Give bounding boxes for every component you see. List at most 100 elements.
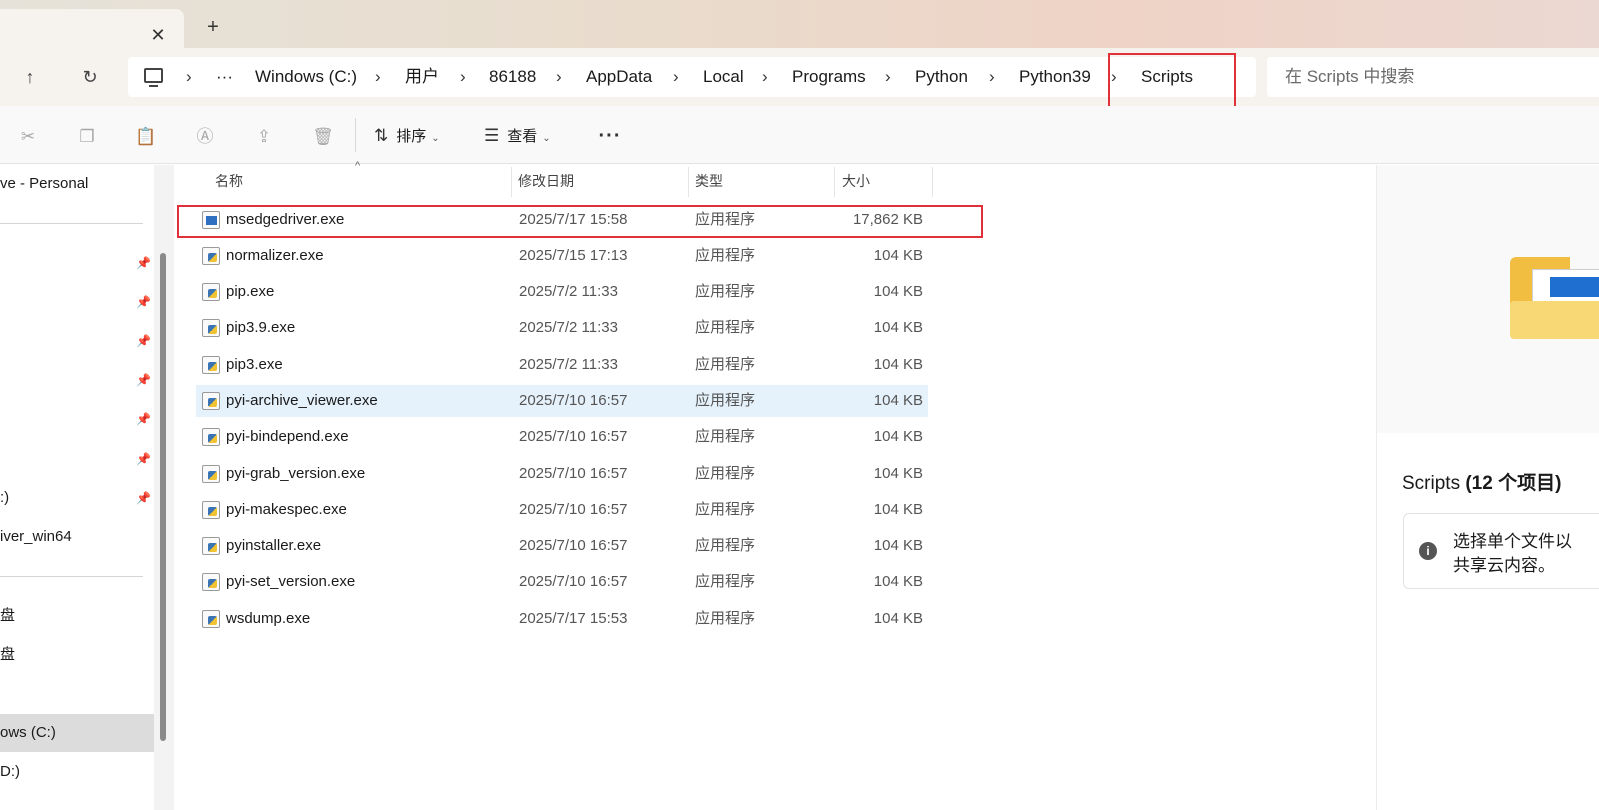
file-date: 2025/7/10 16:57 [519, 501, 628, 518]
sidebar-scrollbar[interactable] [154, 165, 174, 810]
breadcrumb-python39[interactable]: Python39 [1019, 57, 1091, 97]
sidebar-divider [0, 223, 143, 224]
breadcrumb-local[interactable]: Local [703, 57, 744, 97]
search-input[interactable]: 在 Scripts 中搜索 [1267, 57, 1599, 97]
share-icon[interactable]: ⇪ [253, 126, 275, 148]
pin-icon: 📌 [136, 256, 151, 270]
file-row[interactable]: pyi-set_version.exe 2025/7/10 16:57 应用程序… [196, 566, 928, 598]
column-header-name[interactable]: 名称 [215, 165, 243, 197]
up-arrow-icon[interactable]: ↑ [16, 63, 44, 91]
new-tab-button[interactable]: + [204, 17, 222, 37]
delete-icon[interactable]: 🗑 [312, 126, 334, 148]
file-row[interactable]: pyi-archive_viewer.exe 2025/7/10 16:57 应… [196, 385, 928, 417]
view-label: 查看 [507, 128, 538, 145]
cut-icon[interactable]: ✂ [17, 126, 39, 148]
tab-strip: ✕ + [0, 0, 1599, 48]
info-icon: i [1419, 542, 1437, 560]
navigation-pane: ve - Personal 📌 📌 📌 📌 📌 📌 :) 📌 iver_win6… [0, 165, 154, 810]
column-header-type[interactable]: 类型 [695, 165, 723, 197]
breadcrumb-python[interactable]: Python [915, 57, 968, 97]
file-size: 104 KB [873, 537, 923, 554]
column-separator[interactable] [932, 167, 933, 197]
view-button[interactable]: ☰ 查看 ⌄ [484, 120, 551, 152]
column-separator[interactable] [688, 167, 689, 197]
file-type: 应用程序 [695, 610, 756, 627]
rename-icon[interactable]: Ⓐ [194, 126, 216, 148]
sidebar-item-windows-c[interactable]: ows (C:) [0, 714, 154, 752]
refresh-icon[interactable]: ↻ [76, 63, 104, 91]
python-file-icon [202, 356, 220, 374]
file-type: 应用程序 [695, 247, 756, 264]
file-row[interactable]: pyi-bindepend.exe 2025/7/10 16:57 应用程序 1… [196, 421, 928, 453]
file-date: 2025/7/2 11:33 [519, 283, 618, 300]
file-type: 应用程序 [695, 283, 756, 300]
breadcrumb-86188[interactable]: 86188 [489, 57, 536, 97]
column-header-size[interactable]: 大小 [842, 165, 870, 197]
sidebar-item-disk[interactable]: 盘 [0, 597, 154, 635]
file-size: 104 KB [873, 319, 923, 336]
column-separator[interactable] [834, 167, 835, 197]
file-type: 应用程序 [695, 465, 756, 482]
sidebar-item-disk[interactable]: 盘 [0, 636, 154, 674]
file-row[interactable]: pip3.exe 2025/7/2 11:33 应用程序 104 KB [196, 349, 928, 381]
python-file-icon [202, 501, 220, 519]
chevron-right-icon[interactable]: › [186, 57, 192, 97]
more-options-button[interactable]: ··· [596, 120, 624, 152]
file-date: 2025/7/15 17:13 [519, 247, 628, 264]
search-placeholder: 在 Scripts 中搜索 [1285, 67, 1415, 86]
breadcrumb-programs[interactable]: Programs [792, 57, 866, 97]
file-name: pip.exe [226, 283, 275, 300]
sidebar-item-onedrive[interactable]: ve - Personal [0, 165, 154, 203]
pin-icon: 📌 [136, 491, 151, 505]
annotation-box-scripts [1108, 53, 1236, 113]
tab-active[interactable]: ✕ [0, 9, 184, 48]
file-row[interactable]: normalizer.exe 2025/7/15 17:13 应用程序 104 … [196, 240, 928, 272]
info-line: 选择单个文件以 [1453, 532, 1572, 551]
file-size: 104 KB [873, 465, 923, 482]
file-row[interactable]: wsdump.exe 2025/7/17 15:53 应用程序 104 KB [196, 603, 928, 635]
copy-icon[interactable]: ❐ [76, 126, 98, 148]
breadcrumb-windows-c[interactable]: Windows (C:) [255, 57, 357, 97]
file-row[interactable]: pyi-makespec.exe 2025/7/10 16:57 应用程序 10… [196, 494, 928, 526]
column-separator[interactable] [511, 167, 512, 197]
scrollbar-thumb[interactable] [160, 253, 166, 741]
file-date: 2025/7/10 16:57 [519, 465, 628, 482]
chevron-right-icon[interactable]: › [460, 57, 466, 97]
pin-icon: 📌 [136, 412, 151, 426]
file-row[interactable]: pyi-grab_version.exe 2025/7/10 16:57 应用程… [196, 458, 928, 490]
chevron-right-icon[interactable]: › [556, 57, 562, 97]
this-pc-icon[interactable] [144, 68, 163, 87]
file-row[interactable]: pip3.9.exe 2025/7/2 11:33 应用程序 104 KB [196, 312, 928, 344]
chevron-right-icon[interactable]: › [989, 57, 995, 97]
chevron-right-icon[interactable]: › [762, 57, 768, 97]
python-file-icon [202, 392, 220, 410]
breadcrumb-appdata[interactable]: AppData [586, 57, 652, 97]
sidebar-item-drive-d[interactable]: D:) [0, 753, 154, 791]
preview-area [1377, 165, 1599, 433]
details-folder-name: Scripts [1402, 473, 1461, 494]
file-name: wsdump.exe [226, 610, 311, 627]
file-row[interactable]: pip.exe 2025/7/2 11:33 应用程序 104 KB [196, 276, 928, 308]
info-card: i 选择单个文件以 共享云内容。 [1403, 513, 1599, 589]
breadcrumb-overflow[interactable]: ··· [216, 57, 233, 97]
sort-ascending-icon: ^ [355, 160, 361, 172]
column-header-date[interactable]: 修改日期 [518, 165, 574, 197]
paste-icon[interactable]: 📋 [135, 126, 157, 148]
breadcrumb-users[interactable]: 用户 [405, 57, 439, 97]
sort-button[interactable]: ⇅ 排序 ⌄ [374, 120, 440, 152]
python-file-icon [202, 465, 220, 483]
address-bar[interactable]: › ··· Windows (C:) › 用户 › 86188 › AppDat… [128, 57, 1256, 97]
file-date: 2025/7/10 16:57 [519, 392, 628, 409]
chevron-right-icon[interactable]: › [375, 57, 381, 97]
sidebar-item-drive[interactable]: :) [0, 479, 154, 517]
file-type: 应用程序 [695, 392, 756, 409]
file-row[interactable]: pyinstaller.exe 2025/7/10 16:57 应用程序 104… [196, 530, 928, 562]
file-date: 2025/7/2 11:33 [519, 319, 618, 336]
file-date: 2025/7/10 16:57 [519, 573, 628, 590]
file-size: 104 KB [873, 610, 923, 627]
chevron-right-icon[interactable]: › [673, 57, 679, 97]
pin-icon: 📌 [136, 334, 151, 348]
chevron-right-icon[interactable]: › [885, 57, 891, 97]
close-tab-icon[interactable]: ✕ [150, 26, 166, 44]
sidebar-item-driver-win64[interactable]: iver_win64 [0, 518, 154, 556]
